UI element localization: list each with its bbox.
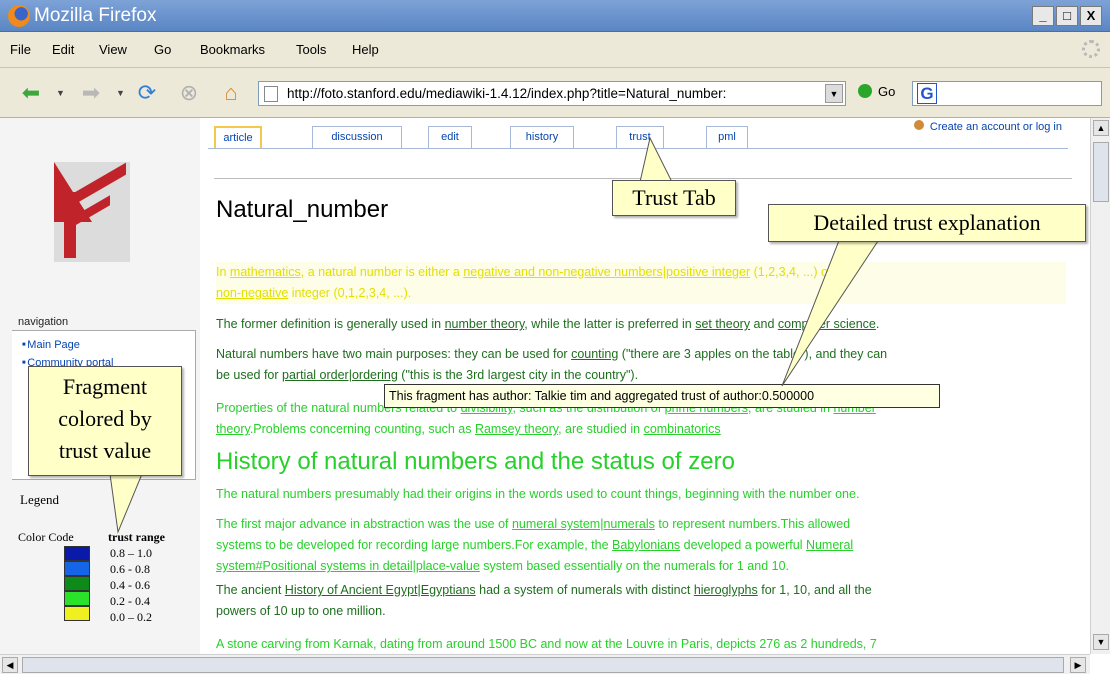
url-bar[interactable]: http://foto.stanford.edu/mediawiki-1.4.1…: [258, 81, 846, 106]
legend-range-2: 0.4 - 0.6: [110, 578, 150, 592]
back-arrow-icon[interactable]: ⬅: [18, 80, 44, 106]
paragraph-purposes: Natural numbers have two main purposes: …: [216, 347, 888, 382]
horizontal-scroll-thumb[interactable]: [22, 657, 1064, 673]
link-numeral[interactable]: Numeral: [806, 538, 853, 552]
link-ordering[interactable]: partial order|ordering: [282, 368, 398, 382]
menu-help[interactable]: Help: [352, 42, 379, 57]
menu-bar: File Edit View Go Bookmarks Tools Help: [0, 32, 1110, 68]
tab-trust[interactable]: trust: [616, 126, 664, 148]
reload-icon[interactable]: ⟳: [134, 80, 160, 106]
go-label: Go: [878, 84, 896, 99]
link-positive-integer[interactable]: negative and non-negative numbers|positi…: [463, 265, 750, 279]
link-theory[interactable]: theory: [216, 422, 250, 436]
menu-view[interactable]: View: [99, 42, 127, 57]
scroll-right-icon[interactable]: ▶: [1070, 657, 1086, 673]
user-icon: [913, 120, 924, 130]
window-titlebar: Mozilla Firefox _ □ X: [0, 0, 1110, 32]
vertical-scrollbar[interactable]: ▲ ▼: [1090, 118, 1110, 654]
back-dropdown-icon[interactable]: ▼: [56, 88, 65, 98]
legend-swatch-2: [64, 576, 90, 591]
link-numerals[interactable]: numeral system|numerals: [512, 517, 655, 531]
title-divider: [214, 178, 1072, 179]
link-mathematics[interactable]: mathematics: [230, 265, 301, 279]
section-heading-history: History of natural numbers and the statu…: [216, 448, 735, 475]
menu-file[interactable]: File: [10, 42, 31, 57]
go-button[interactable]: Go: [858, 84, 895, 99]
url-dropdown-icon[interactable]: ▼: [825, 84, 843, 103]
url-text[interactable]: http://foto.stanford.edu/mediawiki-1.4.1…: [287, 86, 827, 101]
link-combinatorics[interactable]: combinatorics: [644, 422, 721, 436]
paragraph-egyptians: The ancient History of Ancient Egypt|Egy…: [216, 583, 872, 618]
legend-range-4: 0.0 – 0.2: [110, 610, 152, 624]
scroll-up-icon[interactable]: ▲: [1093, 120, 1109, 136]
legend-swatch-0: [64, 546, 90, 561]
link-ramsey-theory[interactable]: Ramsey theory: [475, 422, 558, 436]
wiki-logo[interactable]: [54, 162, 130, 262]
paragraph-origins: The natural numbers presumably had their…: [216, 487, 860, 501]
legend-range-3: 0.2 - 0.4: [110, 594, 150, 608]
go-arrow-icon: [858, 84, 872, 98]
link-counting[interactable]: counting: [571, 347, 618, 361]
legend-range-1: 0.6 - 0.8: [110, 562, 150, 576]
legend-title: Legend: [20, 492, 59, 507]
scroll-left-icon[interactable]: ◀: [2, 657, 18, 673]
nav-main-page[interactable]: Main Page: [22, 339, 80, 351]
navigation-heading: navigation: [18, 316, 69, 328]
legend-swatch-4: [64, 606, 90, 621]
forward-dropdown-icon[interactable]: ▼: [116, 88, 125, 98]
legend-color-code-label: Color Code: [18, 530, 74, 544]
close-button[interactable]: X: [1080, 6, 1102, 26]
menu-tools[interactable]: Tools: [296, 42, 326, 57]
page-icon: [264, 86, 278, 102]
legend-trust-range-label: trust range: [108, 530, 165, 544]
link-place-value[interactable]: system#Positional systems in detail|plac…: [216, 559, 480, 573]
tab-pml[interactable]: pml: [706, 126, 748, 148]
horizontal-scrollbar[interactable]: ◀ ▶: [0, 654, 1090, 674]
create-account-link[interactable]: Create an account or log in: [913, 120, 1062, 133]
trust-tooltip: This fragment has author: Talkie tim and…: [384, 384, 940, 408]
stop-icon[interactable]: ⊗: [176, 80, 202, 106]
legend-swatch-3: [64, 591, 90, 606]
link-computer-science[interactable]: computer science: [778, 317, 876, 331]
navigation-toolbar: ⬅ ▼ ➡ ▼ ⟳ ⊗ ⌂ http://foto.stanford.edu/m…: [0, 68, 1110, 118]
callout-fragment-colored: Fragment colored by trust value: [28, 366, 182, 476]
minimize-button[interactable]: _: [1032, 6, 1054, 26]
vertical-scroll-thumb[interactable]: [1093, 142, 1109, 202]
home-icon[interactable]: ⌂: [218, 80, 244, 106]
tab-article[interactable]: article: [214, 126, 262, 148]
throbber-icon: [1082, 40, 1100, 58]
link-number-theory[interactable]: number theory: [445, 317, 525, 331]
paragraph-definition: The former definition is generally used …: [216, 317, 880, 331]
search-engine-icon[interactable]: G: [917, 83, 937, 104]
link-egyptians[interactable]: History of Ancient Egypt|Egyptians: [285, 583, 476, 597]
callout-trust-tab: Trust Tab: [612, 180, 736, 216]
window-title: Mozilla Firefox: [34, 5, 157, 26]
callout-detailed-trust: Detailed trust explanation: [768, 204, 1086, 242]
legend-range-0: 0.8 – 1.0: [110, 546, 152, 560]
search-input[interactable]: G: [912, 81, 1102, 106]
page-title: Natural_number: [216, 196, 389, 223]
tab-discussion[interactable]: discussion: [312, 126, 402, 148]
link-set-theory[interactable]: set theory: [695, 317, 750, 331]
menu-bookmarks[interactable]: Bookmarks: [200, 42, 265, 57]
link-hieroglyphs[interactable]: hieroglyphs: [694, 583, 758, 597]
tab-history[interactable]: history: [510, 126, 574, 148]
menu-edit[interactable]: Edit: [52, 42, 74, 57]
firefox-logo-icon: [8, 5, 30, 27]
menu-go[interactable]: Go: [154, 42, 171, 57]
paragraph-intro: In mathematics, a natural number is eith…: [216, 262, 1066, 304]
maximize-button[interactable]: □: [1056, 6, 1078, 26]
legend-swatch-1: [64, 561, 90, 576]
link-non-negative[interactable]: non-negative: [216, 286, 288, 300]
tab-edit[interactable]: edit: [428, 126, 472, 148]
paragraph-karnak: A stone carving from Karnak, dating from…: [216, 637, 877, 651]
paragraph-abstraction: The first major advance in abstraction w…: [216, 517, 854, 573]
scroll-down-icon[interactable]: ▼: [1093, 634, 1109, 650]
link-babylonians[interactable]: Babylonians: [612, 538, 680, 552]
forward-arrow-icon[interactable]: ➡: [78, 80, 104, 106]
